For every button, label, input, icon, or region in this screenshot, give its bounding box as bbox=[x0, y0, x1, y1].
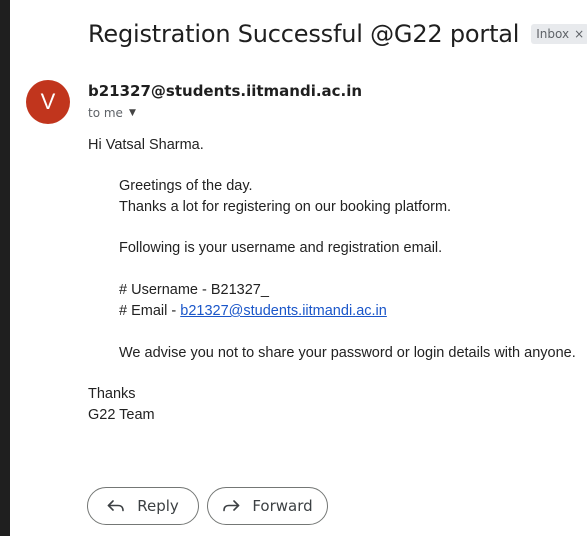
sender-email[interactable]: b21327@students.iitmandi.ac.in bbox=[88, 82, 362, 100]
inbox-label-text: Inbox bbox=[536, 27, 570, 41]
close-icon[interactable]: × bbox=[574, 26, 584, 42]
inbox-label-chip[interactable]: Inbox × bbox=[531, 24, 587, 44]
body-line-following: Following is your username and registrat… bbox=[119, 240, 443, 256]
greeting-text: Hi Vatsal Sharma. bbox=[88, 137, 204, 153]
caret-down-icon[interactable]: ▼ bbox=[129, 108, 136, 118]
recipient-text: to me bbox=[88, 106, 123, 120]
body-line-thanks: Thanks a lot for registering on our book… bbox=[119, 199, 452, 215]
forward-arrow-icon bbox=[223, 500, 240, 512]
email-line: # Email - b21327@students.iitmandi.ac.in bbox=[119, 301, 387, 321]
left-border bbox=[0, 0, 10, 536]
forward-label: Forward bbox=[252, 497, 313, 515]
sender-avatar[interactable]: V bbox=[26, 80, 70, 124]
advice-text: We advise you not to share your password… bbox=[119, 345, 576, 361]
avatar-letter: V bbox=[40, 89, 56, 114]
registration-email-link[interactable]: b21327@students.iitmandi.ac.in bbox=[180, 303, 387, 319]
reply-arrow-icon bbox=[107, 500, 125, 512]
email-line-prefix: # Email - bbox=[119, 303, 181, 319]
email-subject: Registration Successful @G22 portal bbox=[88, 20, 520, 48]
signoff-thanks: Thanks bbox=[88, 386, 136, 402]
username-line: # Username - B21327_ bbox=[119, 282, 269, 298]
recipient-line: to me ▼ bbox=[88, 106, 136, 120]
subject-row: Registration Successful @G22 portal Inbo… bbox=[88, 20, 587, 48]
body-line-greetings: Greetings of the day. bbox=[119, 178, 253, 194]
signoff-team: G22 Team bbox=[88, 407, 155, 423]
reply-button[interactable]: Reply bbox=[87, 487, 199, 525]
forward-button[interactable]: Forward bbox=[207, 487, 328, 525]
reply-label: Reply bbox=[137, 497, 179, 515]
